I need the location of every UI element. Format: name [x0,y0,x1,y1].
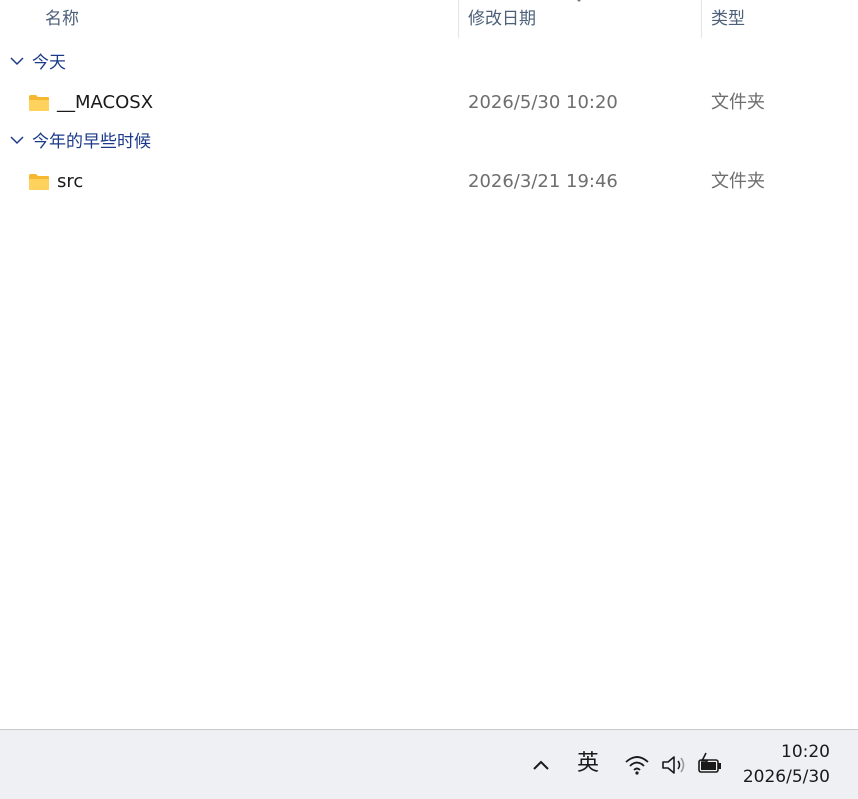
column-divider[interactable] [458,0,459,38]
column-divider[interactable] [701,0,702,38]
clock-date: 2026/5/30 [742,767,830,787]
clock-time: 10:20 [781,742,830,762]
column-header: 名称 修改日期 类型 [0,0,858,38]
file-row-src[interactable]: src 2026/3/21 19:46 文件夹 [0,162,858,202]
chevron-up-icon[interactable] [530,754,552,776]
wifi-icon[interactable] [624,752,650,778]
battery-charging-icon[interactable] [696,752,724,778]
group-header-today[interactable]: 今天 [0,45,858,81]
input-method-indicator[interactable]: 英 [577,750,599,778]
chevron-down-icon[interactable] [10,56,24,66]
group-header-earlier-this-year[interactable]: 今年的早些时候 [0,124,858,160]
group-label: 今天 [32,53,66,73]
file-explorer-list: 名称 修改日期 类型 今天 __MACOSX 2026/5/30 10:20 文… [0,0,858,729]
folder-icon [29,174,49,190]
speaker-icon[interactable] [660,752,688,778]
sort-descending-icon [577,0,581,2]
file-date: 2026/3/21 19:46 [468,171,618,192]
column-name-header[interactable]: 名称 [45,0,79,38]
column-type-header[interactable]: 类型 [711,0,745,38]
folder-icon [29,95,49,111]
file-type: 文件夹 [711,171,765,192]
group-label: 今年的早些时候 [32,132,151,152]
file-name: src [57,171,84,192]
system-clock[interactable]: 10:20 2026/5/30 [743,740,830,790]
file-name: __MACOSX [57,92,154,113]
file-type: 文件夹 [711,92,765,113]
taskbar: 英 10:20 2026/5/30 [0,729,858,799]
column-date-header[interactable]: 修改日期 [468,0,536,38]
file-row-macosx[interactable]: __MACOSX 2026/5/30 10:20 文件夹 [0,83,858,123]
file-date: 2026/5/30 10:20 [468,92,618,113]
chevron-down-icon[interactable] [10,135,24,145]
